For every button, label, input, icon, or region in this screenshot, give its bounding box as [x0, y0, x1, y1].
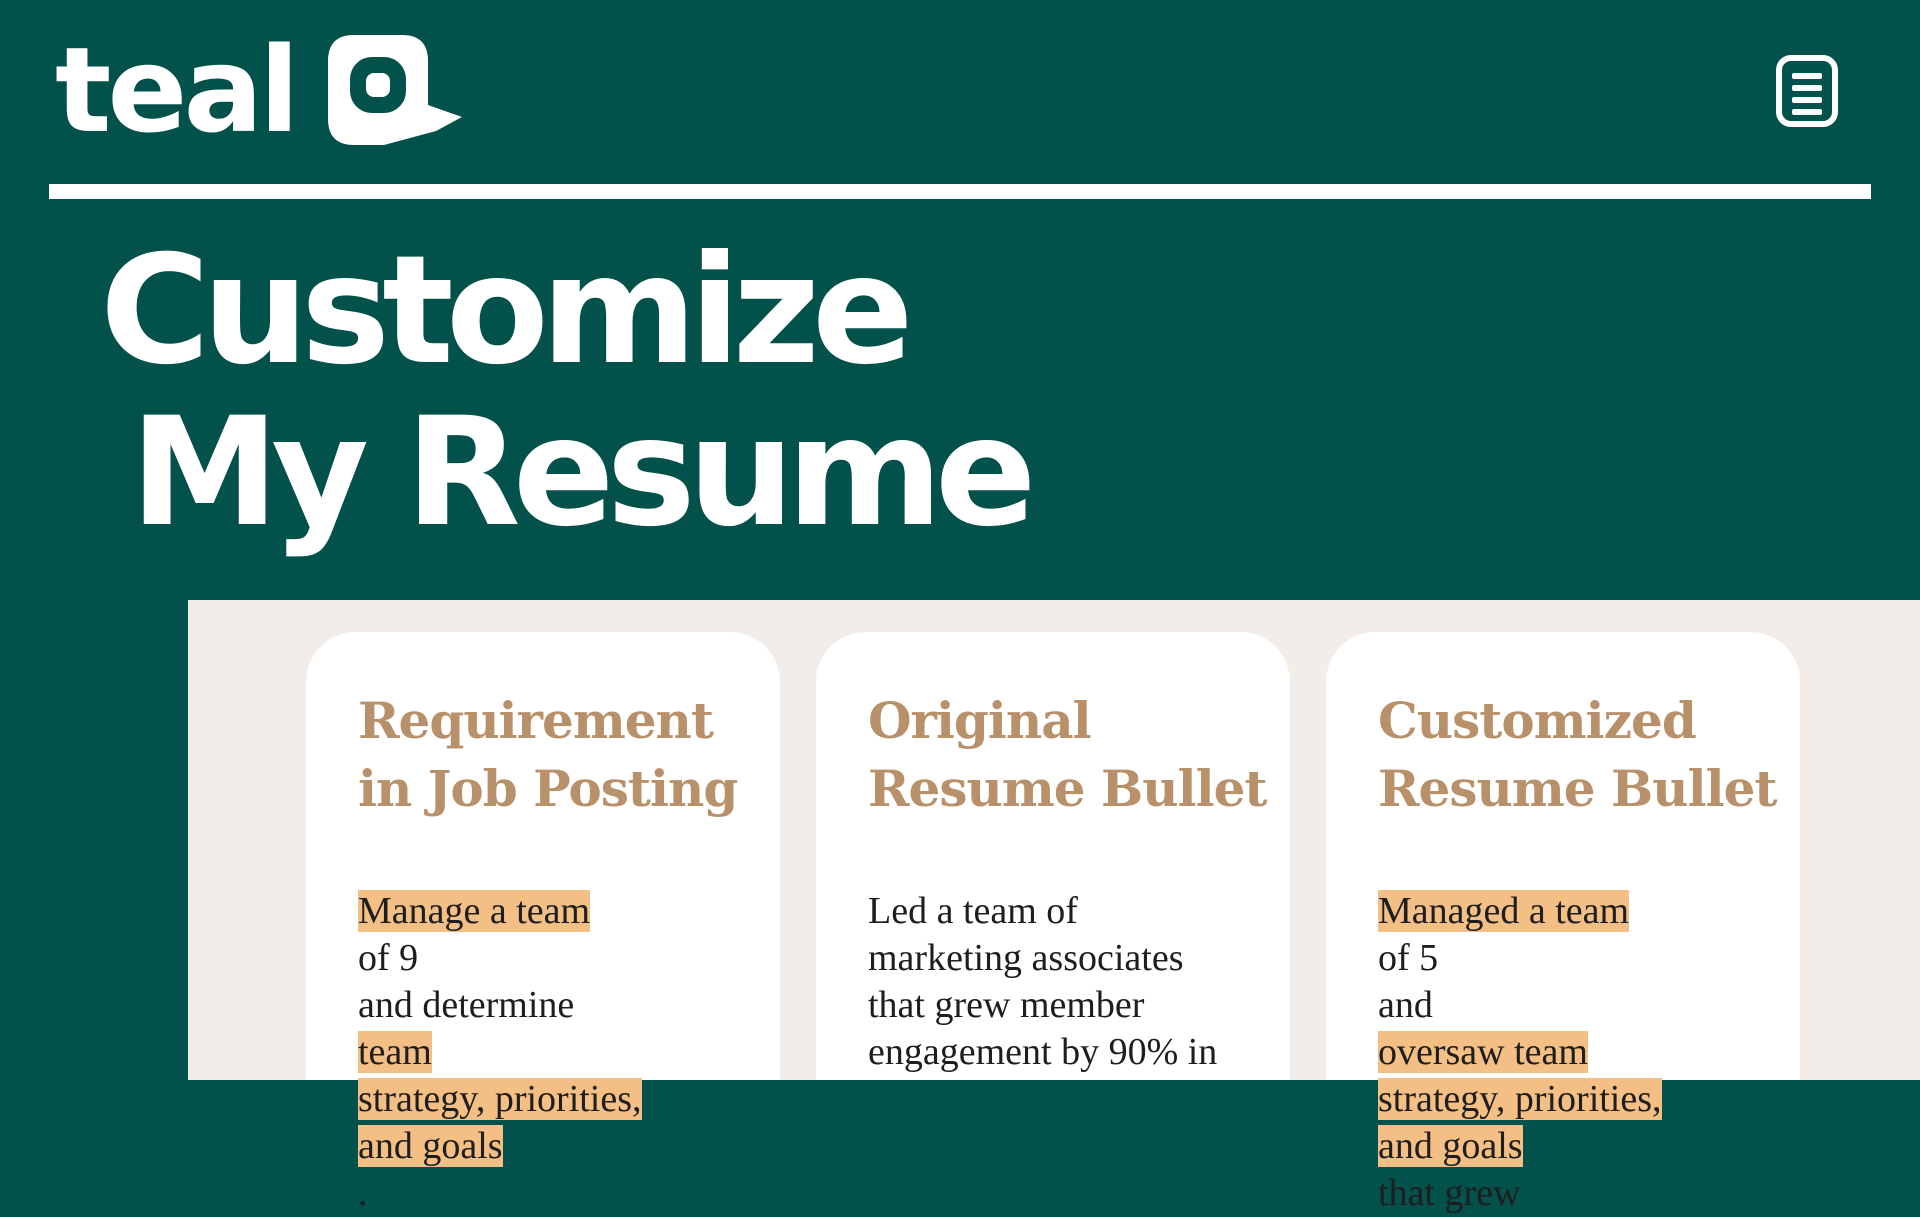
text-line: Managed a team of 5 — [1378, 888, 1788, 982]
card-title-line: Original — [868, 691, 1092, 750]
text-line: Led a team of — [868, 888, 1278, 935]
card-title: Customized Resume Bullet — [1378, 687, 1777, 823]
header-divider — [49, 184, 1871, 199]
highlighted-keyword: team — [358, 1031, 432, 1073]
text-line: that grew member — [868, 982, 1278, 1029]
highlighted-keyword: strategy, priorities, — [1378, 1078, 1662, 1120]
teal-logo[interactable]: teal — [55, 30, 462, 150]
text-line: Manage a team of 9 — [358, 888, 768, 982]
highlighted-keyword: Managed a team — [1378, 890, 1630, 932]
text-line: engagement by 90% in — [868, 1029, 1278, 1076]
highlighted-keyword: and goals — [1378, 1125, 1523, 1167]
text-line: and goals that grew — [1378, 1123, 1788, 1217]
requirement-card: Requirement in Job Posting Manage a team… — [306, 632, 780, 1214]
highlighted-keyword: strategy, priorities, — [358, 1078, 642, 1120]
card-body: Manage a team of 9 and determine team stra… — [358, 888, 768, 1217]
card-body: Led a team of marketing associates that gr… — [868, 888, 1278, 1076]
card-title-line: Resume Bullet — [1378, 759, 1777, 818]
card-body: Managed a team of 5 and oversaw team strat… — [1378, 888, 1788, 1217]
text-line: and determine team — [358, 982, 768, 1076]
text-line: marketing associates — [868, 935, 1278, 982]
text-segment: and — [1378, 984, 1433, 1026]
card-title-line: in Job Posting — [358, 759, 738, 818]
highlighted-keyword: and goals — [358, 1125, 503, 1167]
page-title-line-1: Customize — [100, 224, 914, 398]
text-line: and oversaw team — [1378, 982, 1788, 1076]
document-list-icon[interactable] — [1776, 55, 1838, 127]
card-title-line: Customized — [1378, 691, 1697, 750]
page-title-line-2: My Resume — [130, 386, 1037, 560]
text-segment: that grew — [1378, 1172, 1521, 1214]
text-segment: Led a team of — [868, 890, 1078, 932]
logo-mark-icon — [327, 35, 462, 145]
highlighted-keyword: Manage a team — [358, 890, 591, 932]
text-segment: of 9 — [358, 937, 419, 979]
text-segment: marketing associates — [868, 937, 1184, 979]
card-title-line: Requirement — [358, 691, 714, 750]
logo-wordmark: teal — [55, 21, 300, 159]
text-line: strategy, priorities, — [1378, 1076, 1788, 1123]
card-title: Requirement in Job Posting — [358, 687, 738, 823]
text-segment: . — [358, 1172, 368, 1214]
card-title: Original Resume Bullet — [868, 687, 1267, 823]
text-segment: that grew member — [868, 984, 1145, 1026]
original-bullet-card: Original Resume Bullet Led a team of mark… — [816, 632, 1290, 1080]
customized-bullet-card: Customized Resume Bullet Managed a team … — [1326, 632, 1800, 1214]
text-segment: of 5 — [1378, 937, 1439, 979]
text-line: strategy, priorities, — [358, 1076, 768, 1123]
text-segment: and determine — [358, 984, 575, 1026]
card-title-line: Resume Bullet — [868, 759, 1267, 818]
text-segment: engagement by 90% in — [868, 1031, 1218, 1073]
highlighted-keyword: oversaw team — [1378, 1031, 1588, 1073]
page-title: Customize My Resume — [100, 224, 1037, 560]
text-line: and goals. — [358, 1123, 768, 1217]
